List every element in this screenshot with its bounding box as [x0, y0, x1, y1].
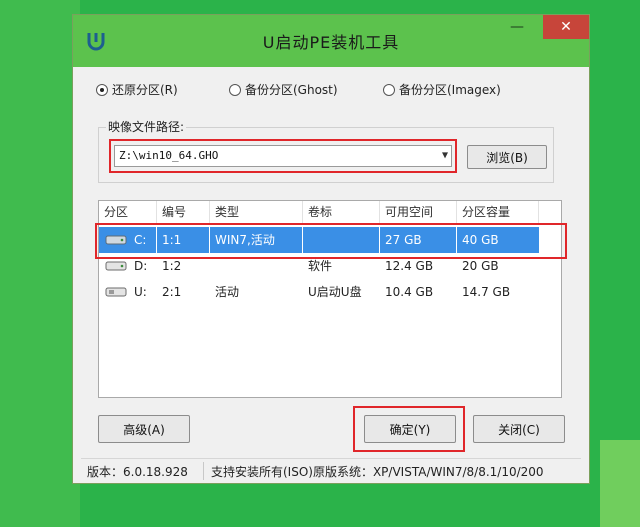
column-header-partition[interactable]: 分区 [99, 201, 157, 223]
status-bar: 版本：6.0.18.928 支持安装所有(ISO)原版系统：XP/VISTA/W… [81, 458, 581, 483]
client-area: 还原分区(R) 备份分区(Ghost) 备份分区(Imagex) 映像文件路径:… [81, 67, 581, 483]
image-path-label: 映像文件路径: [106, 118, 187, 135]
radio-restore-label: 还原分区(R) [112, 83, 178, 97]
version-text: 版本：6.0.18.928 [87, 465, 188, 479]
partition-list-header: 分区 编号 类型 卷标 可用空间 分区容量 [99, 201, 561, 223]
close-button[interactable]: 关闭(C) [473, 415, 565, 443]
partition-row-c[interactable]: C: 1:1 WIN7,活动 27 GB 40 GB [99, 227, 539, 253]
support-text: 支持安装所有(ISO)原版系统：XP/VISTA/WIN7/8/8.1/10/2… [211, 465, 544, 479]
disk-drive-icon [105, 235, 127, 245]
image-path-combo[interactable]: Z:\win10_64.GHO ▼ [114, 145, 452, 167]
cell-free: 12.4 GB [385, 259, 434, 273]
column-header-label[interactable]: 卷标 [303, 201, 380, 223]
column-header-type[interactable]: 类型 [210, 201, 303, 223]
background-leaf-shape [600, 440, 640, 527]
background-light-shape [0, 0, 80, 527]
radio-backup-ghost-label: 备份分区(Ghost) [245, 83, 338, 97]
close-button-label: 关闭(C) [498, 422, 540, 437]
radio-backup-ghost[interactable]: 备份分区(Ghost) [229, 81, 338, 98]
chevron-down-icon[interactable]: ▼ [442, 146, 448, 166]
image-path-value: Z:\win10_64.GHO [119, 149, 219, 162]
cell-label: 软件 [308, 259, 333, 273]
cell-partition: C: [129, 227, 157, 253]
status-divider [203, 462, 204, 480]
column-header-size[interactable]: 分区容量 [457, 201, 539, 223]
cell-type [210, 253, 303, 279]
disk-drive-icon [105, 261, 127, 271]
usb-drive-icon [105, 287, 127, 297]
advanced-button-label: 高级(A) [123, 422, 165, 437]
partition-list[interactable]: 分区 编号 类型 卷标 可用空间 分区容量 C: 1:1 WIN7,活动 27 … [98, 200, 562, 398]
radio-backup-imagex-indicator[interactable] [383, 83, 395, 96]
cell-label [303, 227, 380, 253]
close-window-button[interactable]: ✕ [543, 15, 589, 39]
advanced-button[interactable]: 高级(A) [98, 415, 190, 443]
cell-partition: D: [134, 259, 148, 273]
cell-type: WIN7,活动 [210, 227, 303, 253]
partition-row-u[interactable]: U: 2:1 活动 U启动U盘 10.4 GB 14.7 GB [99, 279, 539, 305]
partition-row-d[interactable]: D: 1:2 软件 12.4 GB 20 GB [99, 253, 539, 279]
radio-backup-ghost-indicator[interactable] [229, 83, 241, 96]
title-bar[interactable]: U启动PE装机工具 — ✕ [73, 15, 589, 67]
minimize-button[interactable]: — [495, 15, 539, 39]
browse-button-label: 浏览(B) [486, 150, 528, 165]
cell-number: 2:1 [162, 285, 182, 299]
column-header-free[interactable]: 可用空间 [380, 201, 457, 223]
ok-button[interactable]: 确定(Y) [364, 415, 456, 443]
close-icon: ✕ [560, 19, 572, 35]
installer-window: U启动PE装机工具 — ✕ 还原分区(R) 备份分区(Ghost) 备份分区(I… [72, 14, 590, 484]
radio-backup-imagex-label: 备份分区(Imagex) [399, 83, 501, 97]
cell-partition: U: [134, 285, 147, 299]
radio-restore[interactable]: 还原分区(R) [96, 81, 178, 98]
radio-backup-imagex[interactable]: 备份分区(Imagex) [383, 81, 501, 98]
cell-number: 1:1 [157, 227, 210, 253]
cell-free: 10.4 GB [385, 285, 434, 299]
cell-number: 1:2 [162, 259, 182, 273]
radio-restore-indicator[interactable] [96, 83, 108, 96]
cell-type: 活动 [215, 285, 240, 299]
cell-label: U启动U盘 [308, 285, 362, 299]
ok-button-label: 确定(Y) [389, 422, 431, 437]
minimize-icon: — [510, 19, 524, 35]
column-header-number[interactable]: 编号 [157, 201, 210, 223]
cell-size: 40 GB [462, 233, 499, 247]
cell-free: 27 GB [380, 227, 457, 253]
cell-size: 14.7 GB [462, 285, 511, 299]
browse-button[interactable]: 浏览(B) [467, 145, 547, 169]
cell-size: 20 GB [462, 259, 499, 273]
